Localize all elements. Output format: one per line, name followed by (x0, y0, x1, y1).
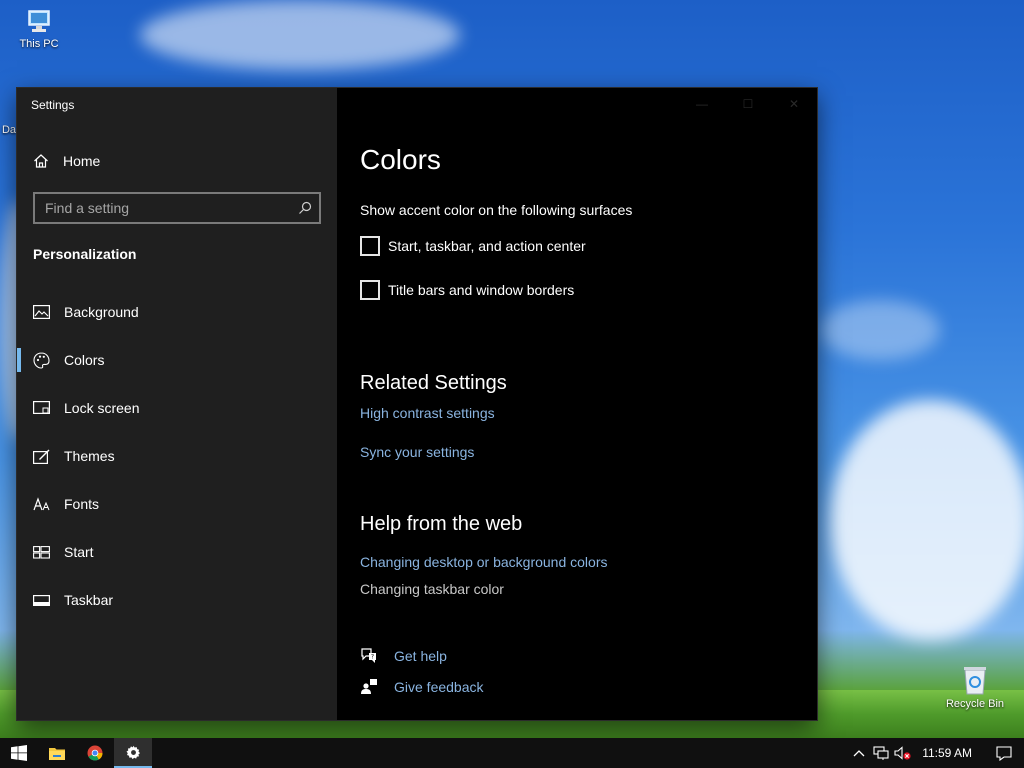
settings-sidebar: Settings Home Personalization Bac (17, 88, 337, 720)
home-icon (34, 154, 48, 168)
sidebar-item-fonts[interactable]: Fonts (17, 480, 337, 528)
checkbox-title-bars[interactable]: Title bars and window borders (360, 280, 574, 300)
recycle-bin-icon (964, 667, 986, 695)
sidebar-item-label: Fonts (64, 496, 100, 512)
give-feedback-link[interactable]: Give feedback (360, 678, 484, 695)
close-button[interactable]: ✕ (771, 88, 817, 120)
checkbox-label: Title bars and window borders (388, 282, 575, 298)
show-hidden-icons-button[interactable] (848, 749, 870, 757)
network-button[interactable] (870, 746, 892, 760)
wallpaper-cloud (830, 400, 1024, 640)
sidebar-nav: Background Colors Lock screen Themes Fon… (17, 288, 337, 624)
recycle-bin-desktop-icon[interactable]: Recycle Bin (938, 664, 1012, 710)
checkbox-box[interactable] (360, 280, 380, 300)
get-help-icon: ? (361, 648, 376, 663)
chevron-up-icon (853, 750, 865, 757)
start-tiles-icon (33, 544, 50, 561)
settings-window[interactable]: Settings Home Personalization Bac (17, 88, 817, 720)
search-box[interactable] (33, 192, 321, 224)
taskbar-icon (33, 592, 50, 609)
gear-icon (125, 745, 140, 759)
sidebar-item-label: Colors (64, 352, 105, 368)
svg-text:?: ? (371, 654, 374, 661)
search-icon[interactable] (291, 201, 319, 215)
sidebar-item-label: Lock screen (64, 400, 140, 416)
notification-icon (996, 745, 1012, 761)
minimize-button[interactable]: — (679, 88, 725, 120)
recycle-bin-label: Recycle Bin (945, 698, 1005, 710)
sidebar-item-lock-screen[interactable]: Lock screen (17, 384, 337, 432)
changing-desktop-colors-link[interactable]: Changing desktop or background colors (360, 554, 608, 570)
sidebar-item-colors[interactable]: Colors (17, 336, 337, 384)
themes-brush-icon (33, 448, 50, 465)
wallpaper-cloud (140, 0, 460, 70)
checkbox-label: Start, taskbar, and action center (388, 238, 586, 254)
clock[interactable]: 11:59 AM (914, 746, 984, 760)
search-input[interactable] (35, 200, 291, 216)
folder-icon (49, 747, 65, 760)
palette-icon (33, 351, 50, 369)
get-help-link[interactable]: ? Get help (360, 647, 447, 664)
computer-icon (28, 10, 50, 32)
image-icon (33, 304, 50, 321)
volume-muted-icon (894, 746, 911, 760)
maximize-button[interactable]: ☐ (725, 88, 771, 120)
partial-label-text: Da (1, 124, 16, 136)
this-pc-label: This PC (19, 38, 59, 50)
settings-taskbar-button[interactable] (114, 738, 152, 768)
section-title: Personalization (33, 246, 137, 262)
sidebar-item-start[interactable]: Start (17, 528, 337, 576)
chrome-icon (87, 745, 103, 761)
help-from-web-heading: Help from the web (360, 513, 523, 535)
surfaces-label: Show accent color on the following surfa… (360, 202, 633, 218)
page-title: Colors (360, 144, 441, 175)
sidebar-item-label: Taskbar (64, 592, 114, 608)
wallpaper-cloud (820, 300, 940, 360)
sidebar-item-themes[interactable]: Themes (17, 432, 337, 480)
window-caption-buttons: — ☐ ✕ (679, 88, 817, 120)
windows-logo-icon (11, 745, 27, 761)
network-icon (873, 746, 889, 760)
home-label: Home (63, 153, 101, 169)
checkbox-start-taskbar[interactable]: Start, taskbar, and action center (360, 236, 586, 256)
file-explorer-button[interactable] (38, 738, 76, 768)
sidebar-item-label: Themes (64, 448, 115, 464)
related-settings-heading: Related Settings (360, 372, 507, 394)
sidebar-item-label: Start (64, 544, 94, 560)
partial-desktop-label: Da (0, 124, 16, 136)
home-nav-item[interactable]: Home (33, 150, 100, 172)
sync-settings-link[interactable]: Sync your settings (360, 444, 474, 460)
sidebar-item-label: Background (64, 304, 139, 320)
give-feedback-label: Give feedback (394, 678, 484, 695)
start-button[interactable] (0, 738, 38, 768)
action-center-button[interactable] (984, 745, 1024, 761)
changing-taskbar-color-text: Changing taskbar color (360, 581, 504, 597)
chrome-button[interactable] (76, 738, 114, 768)
taskbar: 11:59 AM (0, 738, 1024, 768)
sidebar-item-taskbar[interactable]: Taskbar (17, 576, 337, 624)
fonts-icon (33, 496, 50, 513)
window-title: Settings (31, 98, 75, 112)
feedback-icon (361, 679, 377, 694)
sidebar-item-background[interactable]: Background (17, 288, 337, 336)
system-tray: 11:59 AM (848, 738, 1024, 768)
this-pc-desktop-icon[interactable]: This PC (2, 8, 76, 50)
volume-button[interactable] (892, 746, 914, 760)
checkbox-box[interactable] (360, 236, 380, 256)
lock-screen-icon (33, 400, 50, 417)
get-help-label: Get help (394, 647, 447, 664)
high-contrast-link[interactable]: High contrast settings (360, 405, 495, 421)
